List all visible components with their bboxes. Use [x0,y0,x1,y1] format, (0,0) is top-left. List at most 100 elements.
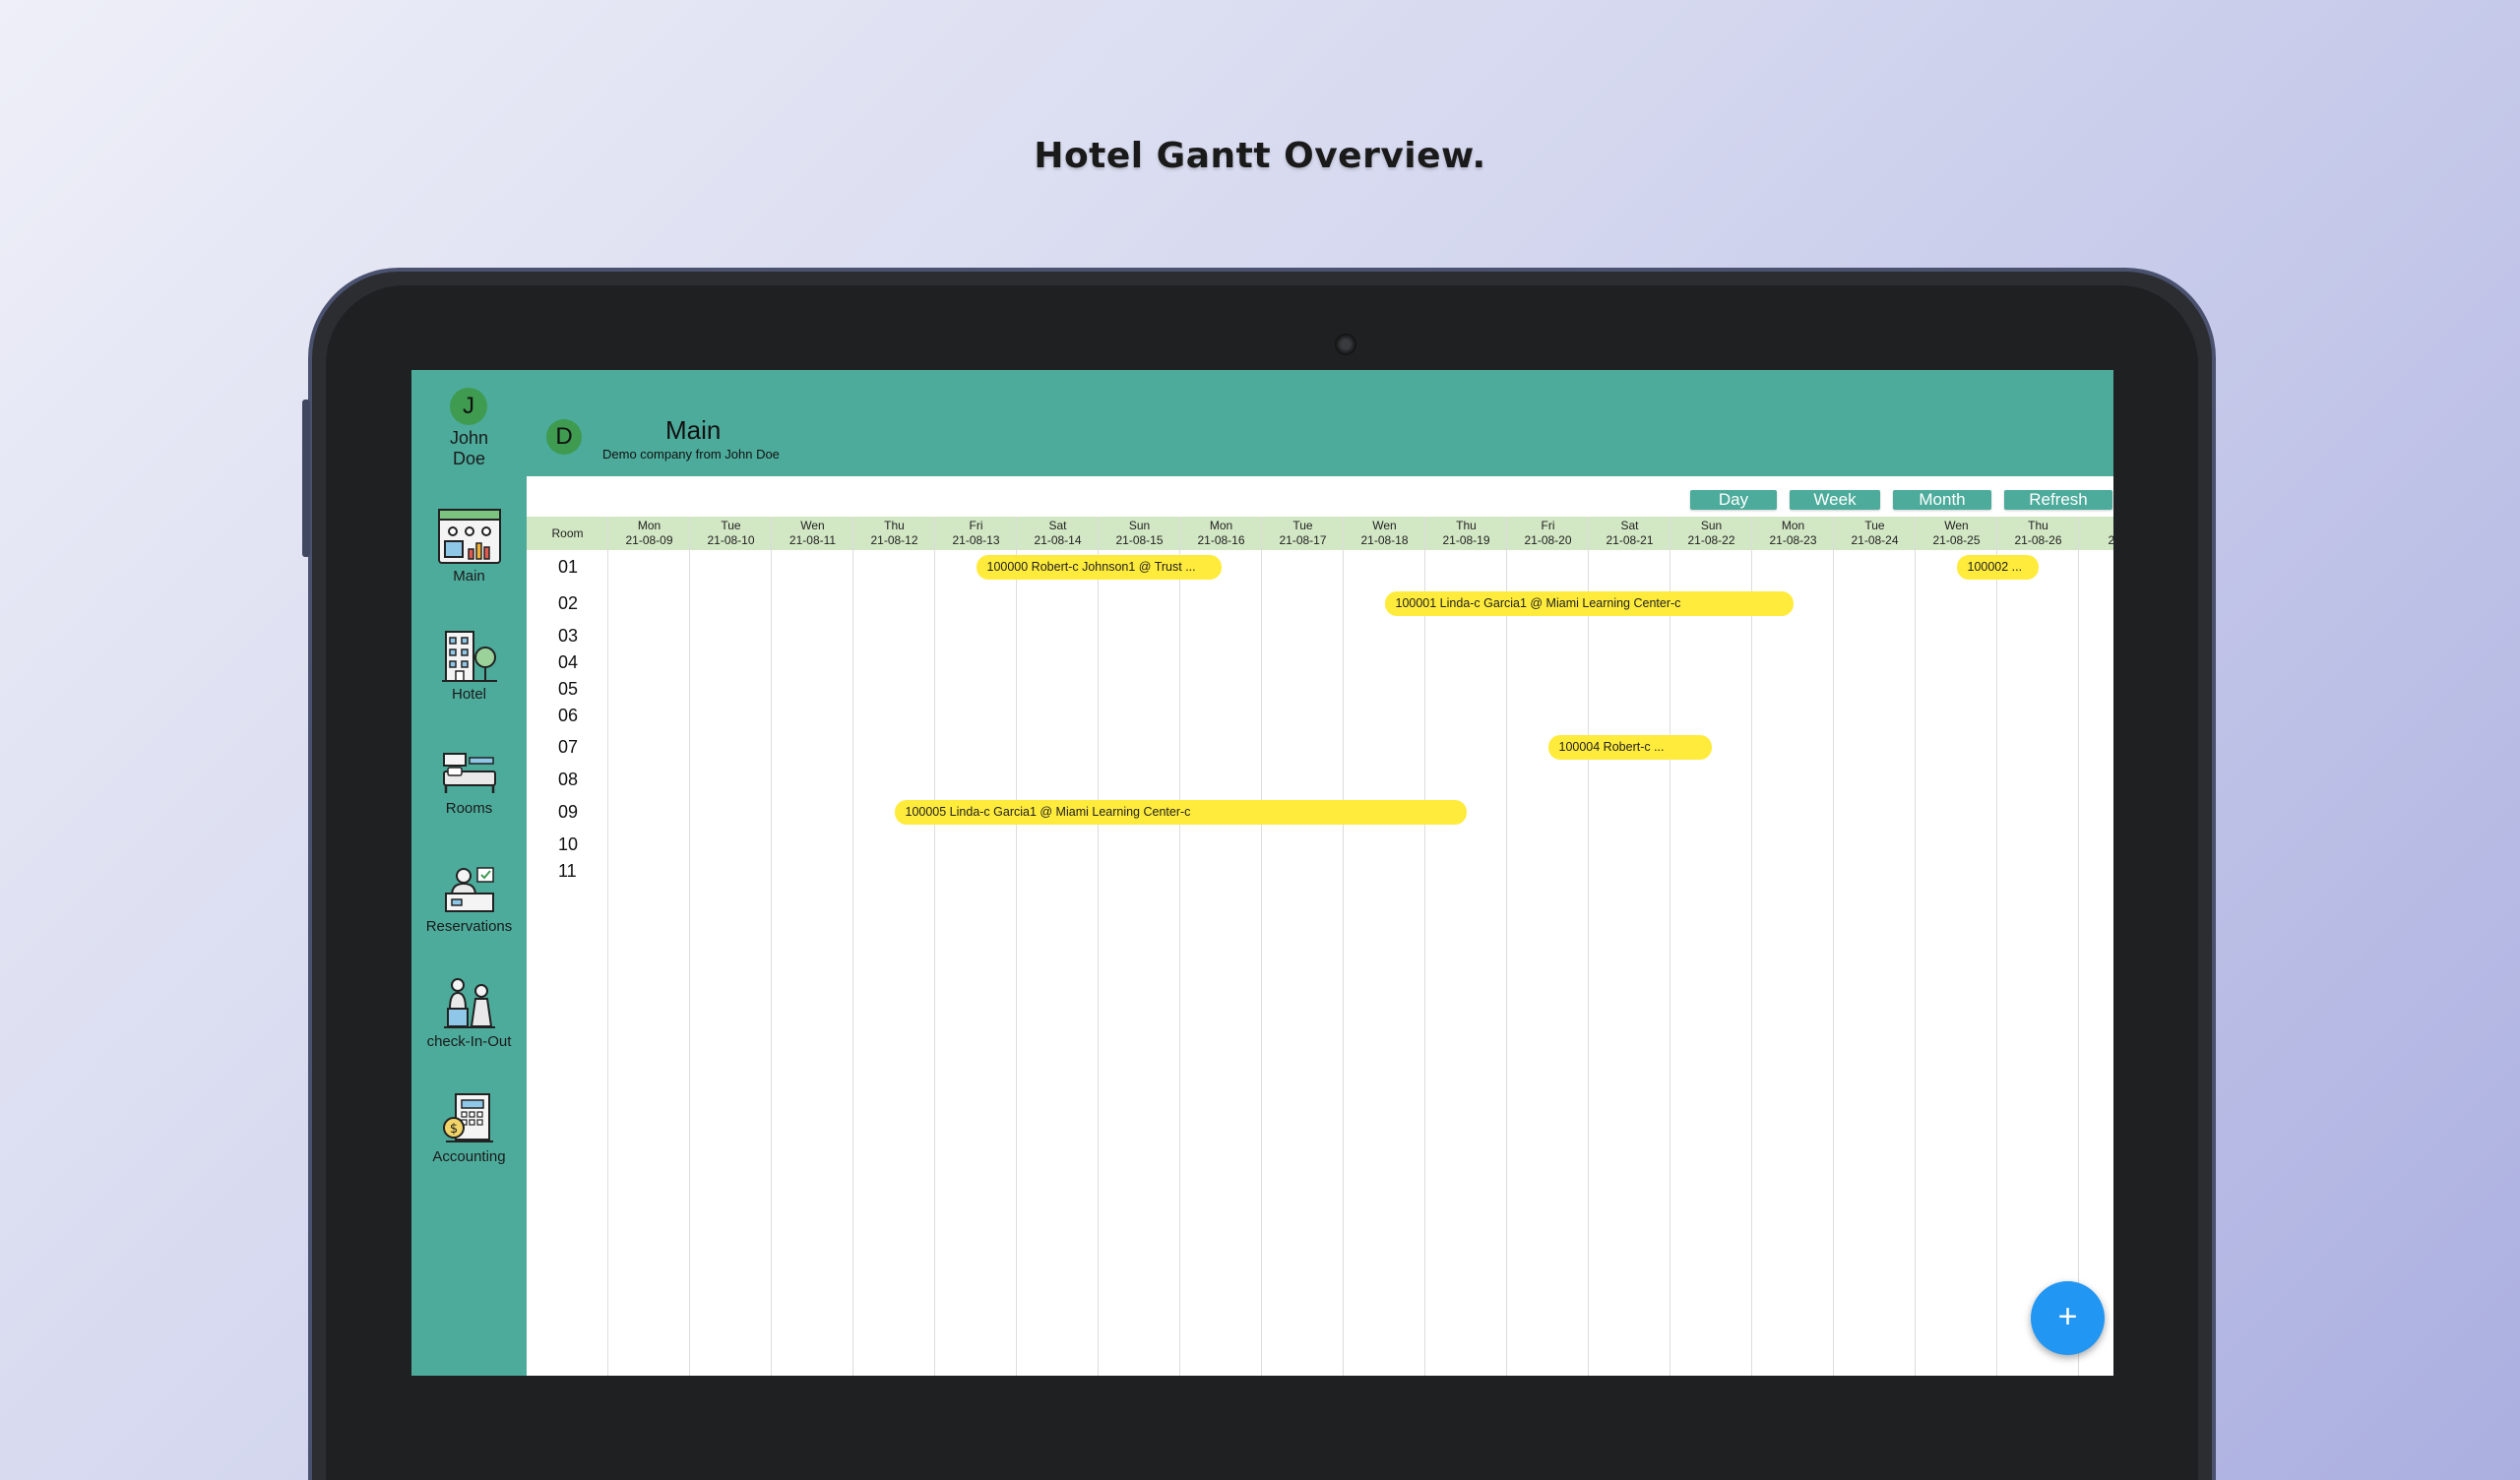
grid-line [852,517,853,1376]
day-column-header[interactable]: Wen 21-08-18 [1344,517,1425,550]
day-date: 21-08-18 [1360,533,1409,547]
room-label: 10 [558,834,579,854]
day-column-header[interactable]: Sat 21-08-21 [1589,517,1670,550]
day-date: 21-08-23 [1769,533,1817,547]
day-column-header[interactable]: Mon 21-08-23 [1752,517,1834,550]
day-of-week: Thu [2028,519,2048,532]
grid-line [771,517,772,1376]
refresh-button[interactable]: Refresh [2004,490,2112,510]
room-bed-icon [442,753,496,793]
day-of-week: Wen [1944,519,1969,532]
day-column-header[interactable]: Sun 21-08-22 [1670,517,1752,550]
promo-title: Hotel Gantt Overview. [1034,136,1486,176]
room-label: 06 [558,706,579,725]
grid-line [1343,517,1344,1376]
grid-line [1588,517,1589,1376]
page-subtitle: Demo company from John Doe [602,447,780,462]
room-label: 01 [558,557,579,577]
page-title: Main [665,415,722,445]
day-date: 21-08-19 [1442,533,1490,547]
sidebar-item-reservations[interactable]: Reservations [411,862,527,935]
booking-bar[interactable]: 100004 Robert-c ... [1547,735,1712,760]
day-column-header[interactable]: Mon 21-08-09 [608,517,690,550]
sidebar-item-main[interactable]: Main [411,508,527,585]
day-date: 21-08-25 [1932,533,1981,547]
grid-line [1424,517,1425,1376]
day-of-week: Mon [637,519,662,532]
day-column-header[interactable]: Thu 21-08-26 [1997,517,2079,550]
room-label: 02 [558,593,579,613]
day-date: 21-08-26 [2014,533,2062,547]
day-date: 21-08-24 [1851,533,1899,547]
day-column-header[interactable]: Sun 21-08-15 [1099,517,1180,550]
month-view-button[interactable]: Month [1893,490,1991,510]
booking-bar[interactable]: 100002 ... [1956,555,2039,580]
day-column-header[interactable]: Tue 21-08-24 [1834,517,1916,550]
day-column-header[interactable]: 21-0 [2079,517,2113,550]
grid-line [689,517,690,1376]
sidebar-item-accounting[interactable]: $ Accounting [411,1090,527,1165]
grid-line [607,517,608,1376]
sidebar-item-check-in-out[interactable]: check-In-Out [411,975,527,1050]
day-date: 21-0 [2108,533,2113,547]
day-date: 21-08-12 [870,533,918,547]
booking-bar[interactable]: 100001 Linda-c Garcia1 @ Miami Learning … [1384,591,1794,616]
day-date: 21-08-15 [1115,533,1164,547]
day-date: 21-08-16 [1197,533,1245,547]
grid-line [2078,517,2079,1376]
accounting-icon: $ [442,1093,493,1142]
day-of-week: Wen [800,519,825,532]
dashboard-icon [437,509,501,564]
day-of-week: Sun [1700,519,1723,532]
day-column-header[interactable]: Wen 21-08-11 [772,517,853,550]
sidebar-item-rooms[interactable]: Rooms [411,750,527,817]
grid-line [1915,517,1916,1376]
camera-icon [1335,334,1356,355]
day-date: 21-08-13 [952,533,1000,547]
sidebar-item-label: check-In-Out [426,1033,512,1050]
room-label: 05 [558,679,579,699]
grid-line [1506,517,1507,1376]
grid-line [1261,517,1262,1376]
sidebar-item-label: Main [453,568,485,585]
day-of-week [2079,519,2113,533]
day-column-header[interactable]: Fri 21-08-13 [935,517,1017,550]
day-column-header[interactable]: Tue 21-08-10 [690,517,772,550]
grid-line [1833,517,1834,1376]
booking-bar[interactable]: 100000 Robert-c Johnson1 @ Trust ... [976,555,1222,580]
day-column-header[interactable]: Thu 21-08-12 [853,517,935,550]
room-label: 03 [558,626,579,646]
day-date: 21-08-21 [1606,533,1654,547]
add-reservation-button[interactable]: + [2031,1281,2105,1355]
sidebar-item-label: Reservations [425,918,513,935]
grid-line [1098,517,1099,1376]
day-column-header[interactable]: Tue 21-08-17 [1262,517,1344,550]
tablet-side-button [302,400,310,557]
day-of-week: Fri [1541,519,1555,532]
day-date: 21-08-14 [1034,533,1082,547]
week-view-button[interactable]: Week [1790,490,1880,510]
room-label: 07 [558,737,579,757]
grid-line [934,517,935,1376]
day-column-header[interactable]: Fri 21-08-20 [1507,517,1589,550]
grid-line [1179,517,1180,1376]
company-avatar[interactable]: D [546,419,582,455]
sidebar-item-hotel[interactable]: Hotel [411,628,527,703]
day-of-week: Mon [1209,519,1233,532]
day-column-header[interactable]: Mon 21-08-16 [1180,517,1262,550]
svg-text:$: $ [449,1122,457,1137]
sidebar-item-label: Accounting [432,1148,506,1165]
day-column-header[interactable]: Wen 21-08-25 [1916,517,1997,550]
day-of-week: Fri [969,519,983,532]
day-view-button[interactable]: Day [1690,490,1777,510]
room-label: 04 [558,652,579,672]
booking-bar[interactable]: 100005 Linda-c Garcia1 @ Miami Learning … [894,800,1467,825]
user-name: John Doe [449,428,489,468]
day-of-week: Thu [884,519,905,532]
grid-line [1016,517,1017,1376]
day-column-header[interactable]: Sat 21-08-14 [1017,517,1099,550]
day-column-header[interactable]: Thu 21-08-19 [1425,517,1507,550]
day-date: 21-08-20 [1524,533,1572,547]
user-avatar[interactable]: J [450,388,487,425]
day-date: 21-08-11 [788,533,837,547]
